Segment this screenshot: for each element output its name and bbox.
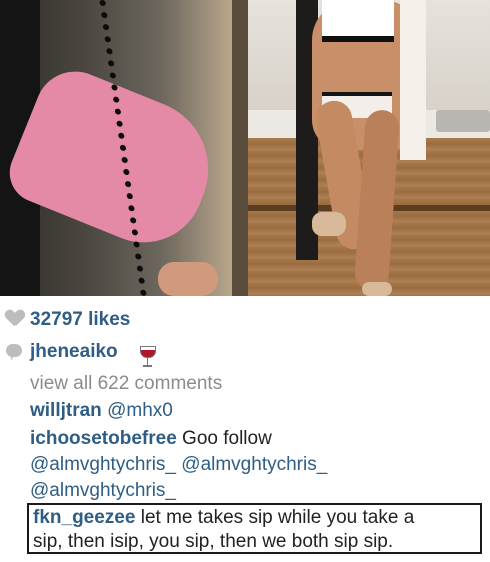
photo-shoe	[312, 212, 346, 236]
wine-glass-icon	[140, 346, 156, 368]
comment-username[interactable]: willjtran	[30, 400, 102, 421]
highlighted-comment: fkn_geezee let me takes sip while you ta…	[27, 503, 482, 554]
comment-item: willjtran @mhx0	[30, 399, 173, 423]
highlighted-comment-line: fkn_geezee let me takes sip while you ta…	[33, 506, 414, 530]
photo-sink	[436, 110, 490, 132]
likes-count[interactable]: 32797 likes	[30, 308, 130, 332]
heart-icon[interactable]	[6, 310, 24, 328]
wine-glass-stem	[147, 357, 148, 365]
post-owner-username[interactable]: jheneaiko	[30, 340, 118, 364]
photo-doorframe	[232, 0, 248, 296]
comment-username[interactable]: ichoosetobefree	[30, 428, 177, 449]
comment-text: sip, then isip, you sip, then we both si…	[33, 531, 394, 552]
comment-mentions-line[interactable]: @almvghtychris_ @almvghtychris_	[30, 453, 327, 477]
comment-icon-tail	[6, 352, 15, 361]
photo-shoe	[362, 282, 392, 296]
wine-glass-base	[143, 365, 152, 367]
comment-mention[interactable]: @mhx0	[107, 400, 173, 421]
photo-top	[322, 0, 394, 42]
comment-icon[interactable]	[6, 343, 24, 361]
wine-glass-cup	[140, 346, 156, 358]
view-all-comments-link[interactable]: view all 622 comments	[30, 372, 222, 396]
comment-item: ichoosetobefree Goo follow	[30, 427, 272, 451]
comment-mention[interactable]: @almvghtychris_	[30, 479, 176, 503]
comment-text: let me takes sip while you take a	[140, 507, 415, 528]
instagram-post: 32797 likes jheneaiko view all 622 comme…	[0, 0, 490, 562]
comment-text: Goo follow	[182, 428, 272, 449]
post-photo[interactable]	[0, 0, 490, 296]
photo-robe-right	[400, 0, 426, 160]
comment-username[interactable]: fkn_geezee	[33, 507, 135, 528]
photo-hand	[158, 262, 218, 296]
